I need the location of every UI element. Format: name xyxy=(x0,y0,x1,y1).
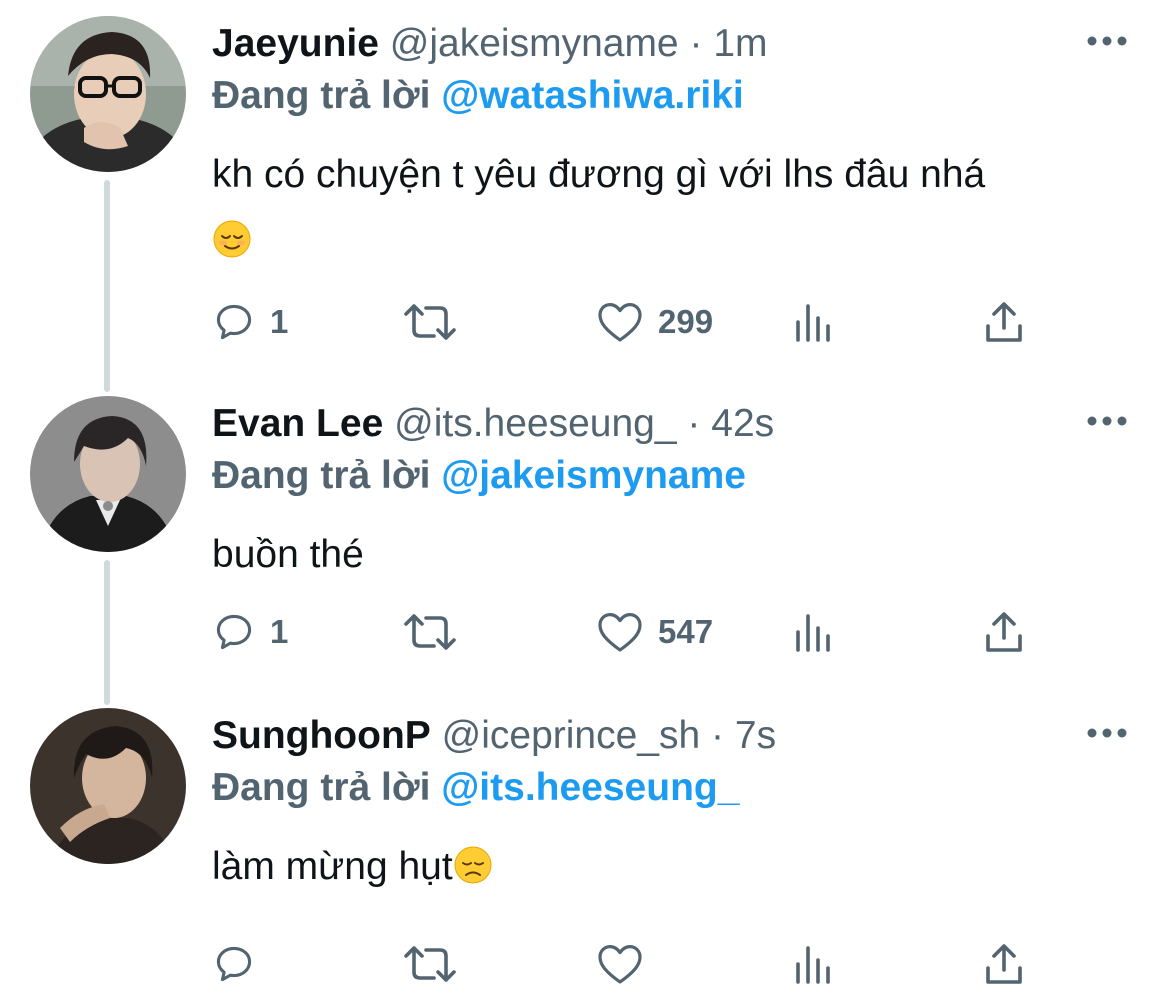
separator-dot: · xyxy=(687,402,701,445)
tweet-actions: 1 299 xyxy=(212,296,1132,348)
replying-to-label: Đang trả lời xyxy=(212,766,431,809)
views-button[interactable] xyxy=(792,606,836,658)
views-button[interactable] xyxy=(792,296,836,348)
speech-bubble-icon xyxy=(216,946,252,982)
display-name[interactable]: Jaeyunie xyxy=(212,22,379,65)
replying-to: Đang trả lời @watashiwa.riki xyxy=(212,74,744,118)
heart-icon xyxy=(598,613,642,652)
timestamp[interactable]: 1m xyxy=(713,22,767,65)
retweet-button[interactable] xyxy=(400,296,460,348)
separator-dot: · xyxy=(711,714,725,757)
tweet-text: kh có chuyện t yêu đương gì với lhs đâu … xyxy=(212,142,1142,274)
avatar[interactable] xyxy=(30,708,186,864)
retweet-arrows-icon xyxy=(404,614,456,650)
reply-mention-link[interactable]: @its.heeseung_ xyxy=(441,766,739,809)
display-name[interactable]: SunghoonP xyxy=(212,714,431,757)
reply-mention-link[interactable]: @watashiwa.riki xyxy=(441,74,743,117)
heart-icon xyxy=(598,945,642,984)
retweet-arrows-icon xyxy=(404,304,456,340)
timestamp[interactable]: 7s xyxy=(735,714,776,757)
speech-bubble-icon xyxy=(216,304,252,340)
like-button[interactable]: 547 xyxy=(596,606,713,658)
avatar[interactable] xyxy=(30,16,186,172)
handle[interactable]: @jakeismyname xyxy=(390,22,679,65)
heart-icon xyxy=(598,303,642,342)
share-button[interactable] xyxy=(982,938,1026,990)
like-button[interactable]: 299 xyxy=(596,296,713,348)
more-options-button[interactable] xyxy=(1084,406,1130,436)
bar-chart-icon xyxy=(796,946,830,984)
replying-to: Đang trả lời @its.heeseung_ xyxy=(212,766,739,810)
tweet-actions xyxy=(212,938,1132,990)
display-name[interactable]: Evan Lee xyxy=(212,402,383,445)
share-button[interactable] xyxy=(982,606,1026,658)
relieved-face-emoji-icon xyxy=(213,220,251,258)
tweet-text-content: kh có chuyện t yêu đương gì với lhs đâu … xyxy=(212,153,986,196)
tweet-header: SunghoonP @iceprince_sh · 7s xyxy=(212,714,776,758)
speech-bubble-icon xyxy=(216,614,252,650)
share-upload-icon xyxy=(986,944,1022,984)
thread-line xyxy=(104,180,110,392)
more-options-button[interactable] xyxy=(1084,26,1130,56)
reply-button[interactable]: 1 xyxy=(212,606,288,658)
ellipsis-icon xyxy=(1087,36,1127,46)
tweet-text: buồn thé xyxy=(212,522,1142,588)
replying-to: Đang trả lời @jakeismyname xyxy=(212,454,746,498)
more-options-button[interactable] xyxy=(1084,718,1130,748)
reply-count: 1 xyxy=(270,303,289,340)
retweet-arrows-icon xyxy=(404,946,456,982)
replying-to-label: Đang trả lời xyxy=(212,454,431,497)
tweet-header: Evan Lee @its.heeseung_ · 42s xyxy=(212,402,774,446)
handle[interactable]: @its.heeseung_ xyxy=(394,402,676,445)
share-upload-icon xyxy=(986,302,1022,342)
thread-line xyxy=(104,560,110,705)
timestamp[interactable]: 42s xyxy=(711,402,774,445)
reply-button[interactable]: 1 xyxy=(212,296,288,348)
ellipsis-icon xyxy=(1087,416,1127,426)
tweet-text: làm mừng hụt xyxy=(212,834,1142,900)
handle[interactable]: @iceprince_sh xyxy=(442,714,701,757)
tweet-actions: 1 547 xyxy=(212,606,1132,658)
retweet-button[interactable] xyxy=(400,938,460,990)
bar-chart-icon xyxy=(796,614,830,652)
bar-chart-icon xyxy=(796,304,830,342)
replying-to-label: Đang trả lời xyxy=(212,74,431,117)
like-count: 299 xyxy=(658,303,714,340)
tweet-header: Jaeyunie @jakeismyname · 1m xyxy=(212,22,768,66)
retweet-button[interactable] xyxy=(400,606,460,658)
like-button[interactable] xyxy=(596,938,644,990)
share-button[interactable] xyxy=(982,296,1026,348)
disappointed-face-emoji-icon xyxy=(454,846,492,884)
tweet-text-content: làm mừng hụt xyxy=(212,845,453,888)
share-upload-icon xyxy=(986,612,1022,652)
reply-count: 1 xyxy=(270,613,289,650)
avatar[interactable] xyxy=(30,396,186,552)
separator-dot: · xyxy=(689,22,703,65)
views-button[interactable] xyxy=(792,938,836,990)
reply-button[interactable] xyxy=(212,938,256,990)
like-count: 547 xyxy=(658,613,714,650)
tweet-text-content: buồn thé xyxy=(212,533,364,576)
ellipsis-icon xyxy=(1087,728,1127,738)
reply-mention-link[interactable]: @jakeismyname xyxy=(441,454,746,497)
